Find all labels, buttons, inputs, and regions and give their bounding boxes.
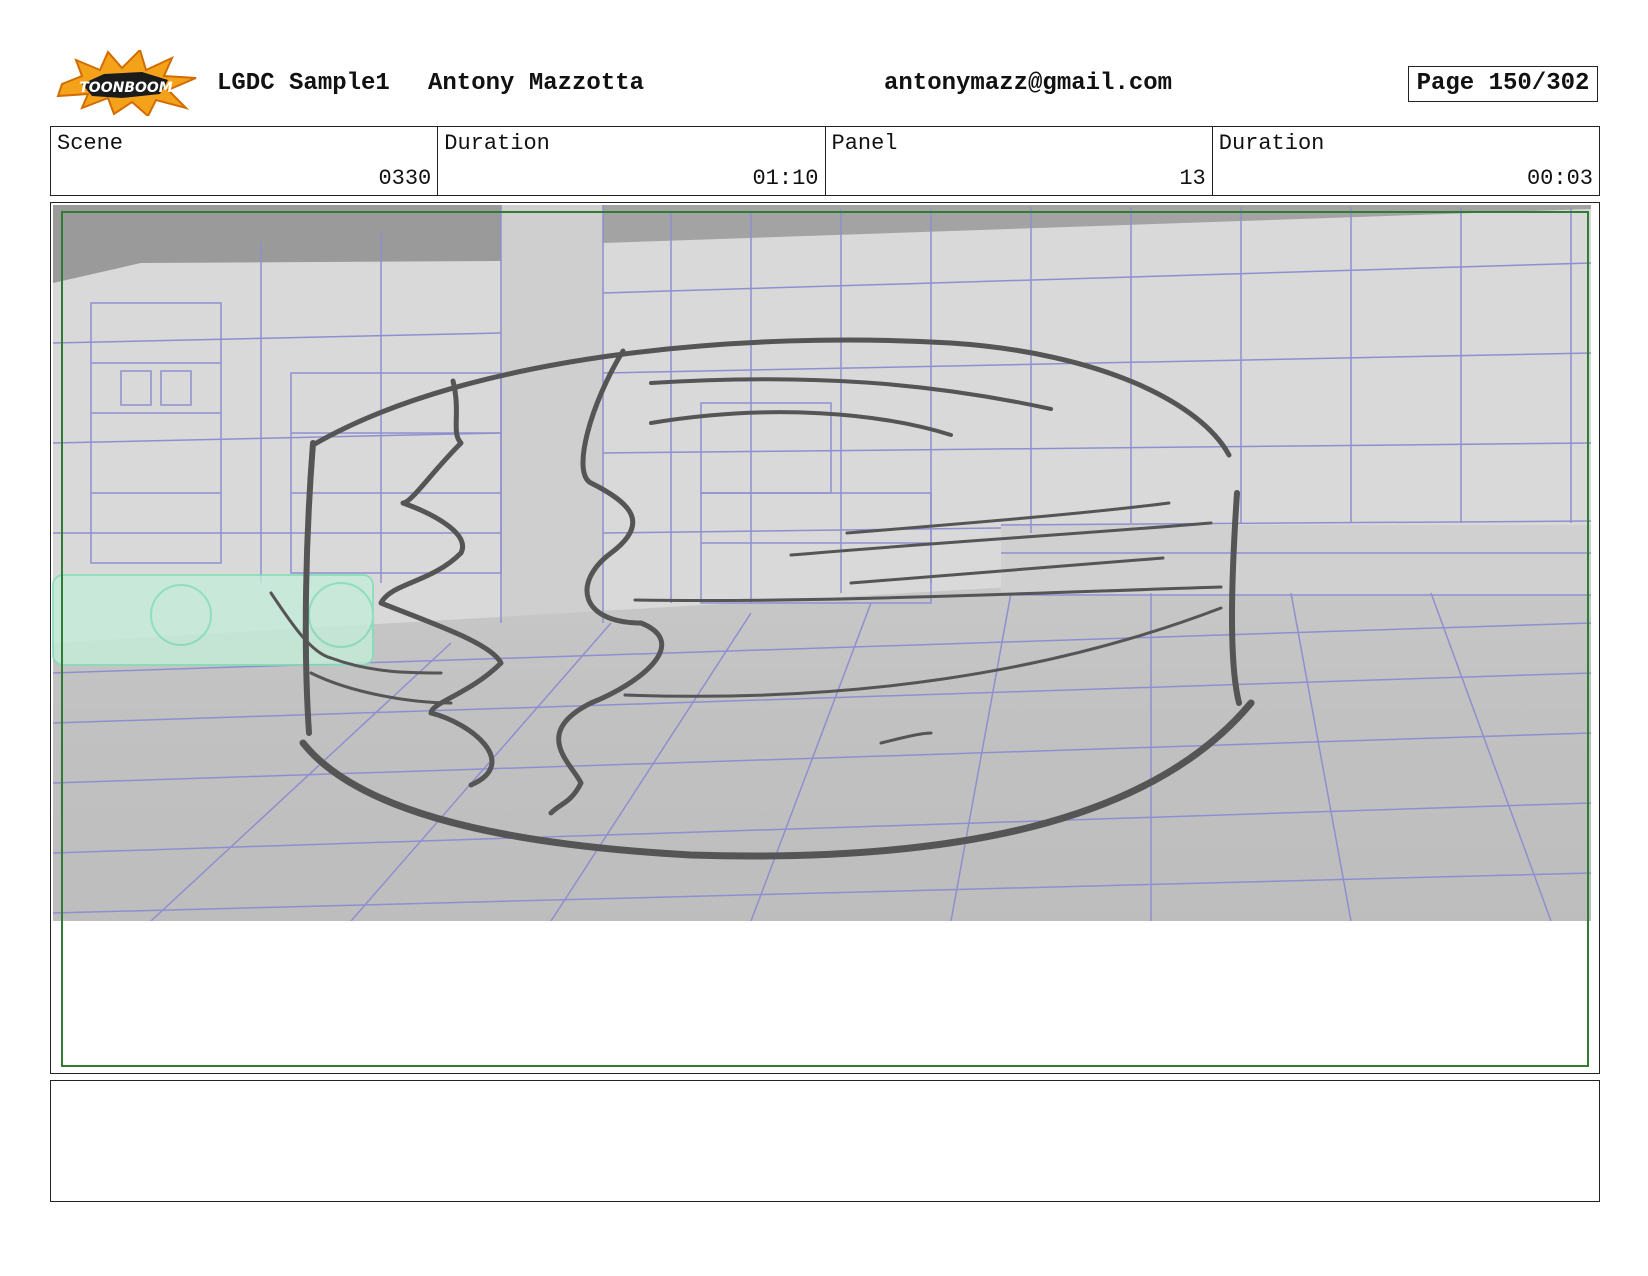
scene-duration-value: 01:10	[752, 166, 819, 191]
storyboard-panel	[50, 202, 1600, 1074]
panel-label: Panel	[831, 131, 898, 156]
logo-wordmark: TOONBOOM	[79, 80, 173, 96]
scene-number: 0330	[378, 166, 432, 191]
author-email: antonymazz@gmail.com	[884, 70, 1173, 97]
scene-label: Scene	[57, 131, 124, 156]
panel-duration-cell: Duration 00:03	[1211, 127, 1599, 195]
scene-cell: Scene 0330	[51, 127, 437, 195]
panel-duration-label: Duration	[1218, 131, 1325, 156]
project-name: LGDC Sample1	[217, 70, 390, 97]
page-indicator: Page 150/302	[1408, 66, 1598, 102]
author-name: Antony Mazzotta	[428, 70, 645, 97]
background-render	[52, 205, 1592, 1071]
panel-artwork	[52, 205, 1592, 1071]
scene-duration-label: Duration	[444, 131, 550, 156]
panel-number: 13	[1179, 166, 1206, 191]
panel-duration-value: 00:03	[1526, 166, 1593, 191]
panel-notes	[50, 1080, 1600, 1202]
panel-info-bar: Scene 0330 Duration 01:10 Panel 13 Durat…	[50, 126, 1600, 196]
scene-duration-cell: Duration 01:10	[437, 127, 824, 195]
toonboom-logo: TOONBOOM	[52, 48, 198, 118]
panel-cell: Panel 13	[824, 127, 1212, 195]
